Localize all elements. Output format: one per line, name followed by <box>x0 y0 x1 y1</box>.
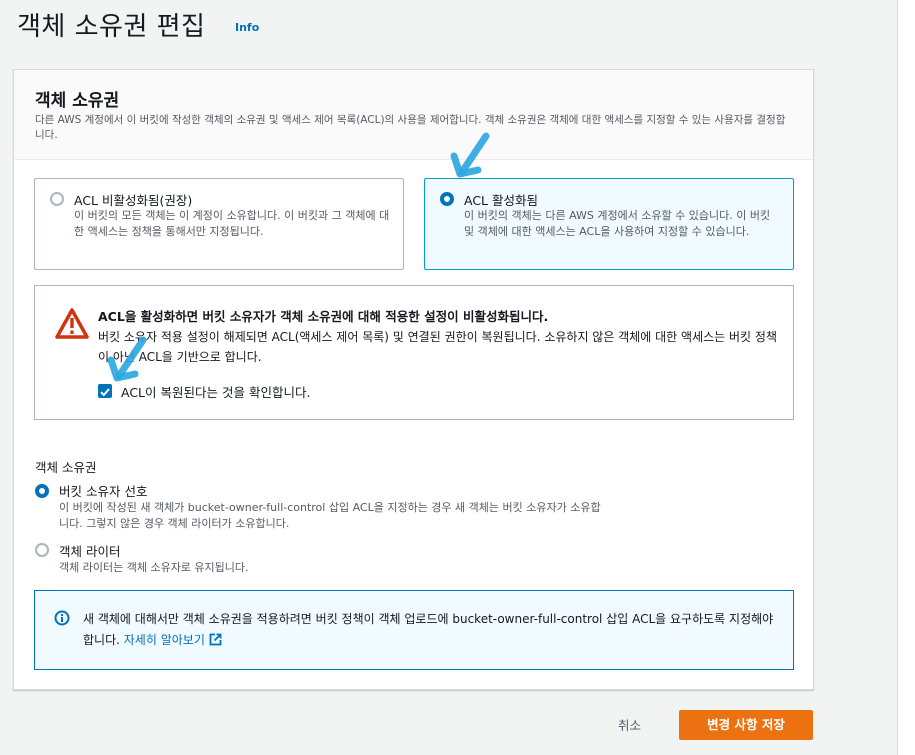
acl-enabled-label: ACL 활성화됨 <box>464 193 538 208</box>
save-changes-button[interactable]: 변경 사항 저장 <box>679 710 813 740</box>
panel-title: 객체 소유권 <box>35 91 120 111</box>
learn-more-link[interactable]: 자세히 알아보기 <box>124 633 205 647</box>
ownership-fieldset-label: 객체 소유권 <box>35 460 97 475</box>
acl-enabled-tile[interactable]: ACL 활성화됨 이 버킷의 객체는 다른 AWS 계정에서 소유할 수 있습니… <box>424 178 794 270</box>
warning-icon <box>55 308 89 339</box>
bucket-owner-preferred-radio[interactable] <box>35 484 49 498</box>
object-writer-radio[interactable] <box>35 543 49 557</box>
acl-disabled-label: ACL 비활성화됨(권장) <box>74 193 193 208</box>
acl-disabled-radio[interactable] <box>50 192 64 206</box>
object-writer-description: 객체 라이터는 객체 소유자로 유지됩니다. <box>59 561 249 574</box>
bucket-owner-preferred-description: 이 버킷에 작성된 새 객체가 bucket-owner-full-contro… <box>59 501 601 530</box>
annotation-arrow-icon <box>107 336 147 382</box>
object-writer-label[interactable]: 객체 라이터 <box>59 541 120 560</box>
panel-description: 다른 AWS 계정에서 이 버킷에 작성한 객체의 소유권 및 액세스 제어 목… <box>35 114 786 141</box>
info-alert: 새 객체에 대해서만 객체 소유권을 적용하려면 버킷 정책이 객체 업로드에 … <box>34 590 794 670</box>
right-scroll-gutter <box>897 0 915 755</box>
warning-body: 버킷 소유자 적용 설정이 해제되면 ACL(액세스 제어 목록) 및 연결된 … <box>98 330 777 364</box>
cancel-button[interactable]: 취소 <box>618 715 641 734</box>
acl-enabled-description: 이 버킷의 객체는 다른 AWS 계정에서 소유할 수 있습니다. 이 버킷 및… <box>464 209 771 238</box>
bucket-owner-preferred-label[interactable]: 버킷 소유자 선호 <box>59 481 147 500</box>
info-icon <box>54 610 70 626</box>
warning-title: ACL을 활성화하면 버킷 소유자가 객체 소유권에 대해 적용한 설정이 비활… <box>98 309 549 324</box>
acl-disabled-description: 이 버킷의 모든 객체는 이 계정이 소유합니다. 이 버킷과 그 객체에 대한… <box>74 209 390 238</box>
annotation-arrow-icon <box>450 132 490 178</box>
panel-header: 객체 소유권 다른 AWS 계정에서 이 버킷에 작성한 객체의 소유권 및 액… <box>14 70 813 160</box>
info-link[interactable]: Info <box>235 21 259 34</box>
acknowledge-checkbox[interactable] <box>98 384 112 398</box>
info-alert-text: 새 객체에 대해서만 객체 소유권을 적용하려면 버킷 정책이 객체 업로드에 … <box>83 609 783 651</box>
checkmark-icon <box>100 388 110 397</box>
page-title: 객체 소유권 편집 <box>17 12 206 42</box>
acl-enabled-radio[interactable] <box>440 192 454 206</box>
acl-disabled-tile[interactable]: ACL 비활성화됨(권장) 이 버킷의 모든 객체는 이 계정이 소유합니다. … <box>34 178 404 270</box>
external-link-icon[interactable] <box>209 633 222 646</box>
